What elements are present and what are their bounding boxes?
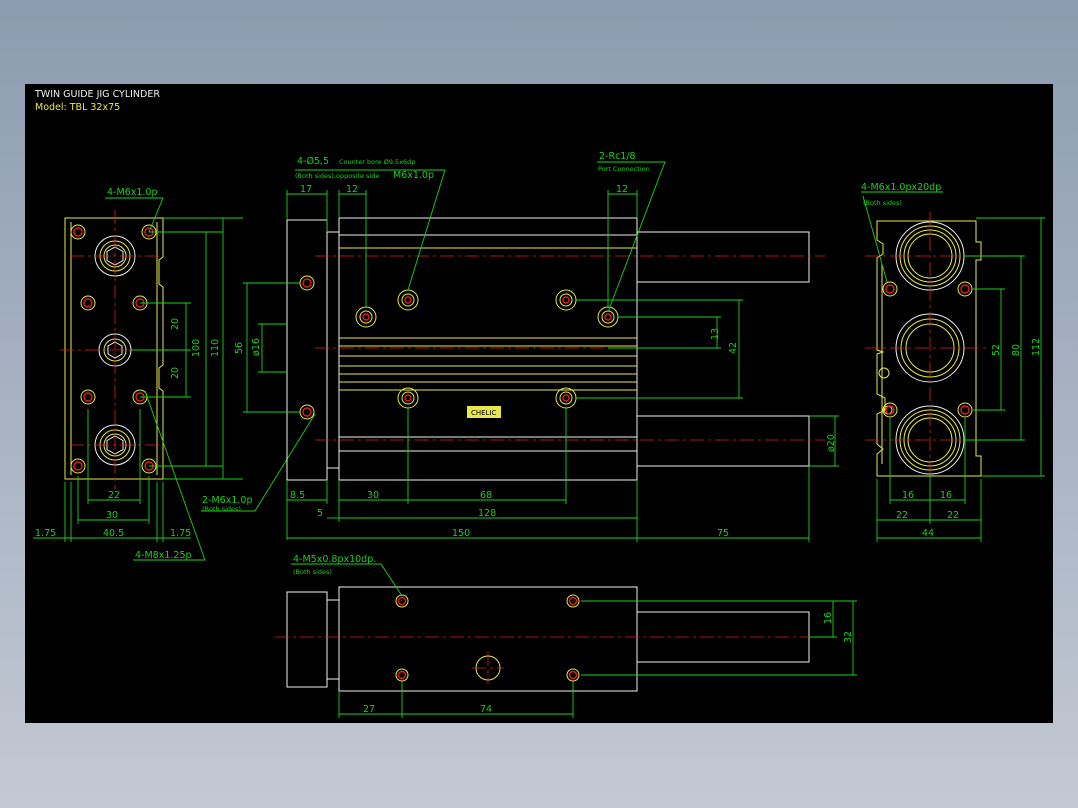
- callout-mount-thread: M6x1.0p: [393, 170, 434, 181]
- front-view: CHELIC 17 12 12 56 ø16 13 42 ø20 8.5 30 …: [234, 151, 839, 542]
- dim-30-front: 30: [367, 490, 379, 501]
- callout-port: 2-Rc1/8: [599, 151, 636, 162]
- dim-22: 22: [108, 490, 120, 501]
- dim-16-left: 16: [902, 490, 914, 501]
- callout-mount-counterbore: Counter bore Ø9.5x6dp: [339, 158, 415, 166]
- dim-75: 75: [717, 528, 729, 539]
- dim-20-upper: 20: [170, 318, 181, 330]
- dim-20-lower: 20: [170, 367, 181, 379]
- cad-drawing: TWIN GUIDE JIG CYLINDER Model: TBL 32x75: [33, 89, 1045, 718]
- callout-right: 4-M6x1.0px20dp: [861, 182, 941, 193]
- dim-80: 80: [1011, 344, 1022, 356]
- callout-left-top: 4-M6x1.0p: [107, 187, 157, 198]
- dim-30: 30: [106, 510, 118, 521]
- dim-74: 74: [480, 704, 492, 715]
- callout-left-side-note: (Both sides): [202, 505, 241, 513]
- dim-13: 13: [710, 328, 721, 340]
- dim-22-left: 22: [896, 510, 908, 521]
- dim-32: 32: [843, 631, 854, 643]
- dim-128: 128: [478, 508, 496, 519]
- dim-150: 150: [452, 528, 470, 539]
- dim-12-right: 12: [616, 184, 628, 195]
- dim-56: 56: [234, 342, 245, 354]
- dim-22-right: 22: [947, 510, 959, 521]
- dim-42: 42: [728, 342, 739, 354]
- dim-16-bottom: 16: [823, 612, 834, 624]
- callout-port-note: Port Connection: [598, 165, 650, 173]
- callout-bottom: 4-M5x0.8px10dp.: [293, 554, 376, 565]
- dim-112: 112: [1031, 338, 1042, 356]
- dim-100: 100: [191, 339, 202, 357]
- callout-right-note: (Both sides): [863, 199, 902, 207]
- dim-110: 110: [210, 339, 221, 357]
- dim-52: 52: [991, 344, 1002, 356]
- nameplate-text: CHELIC: [471, 409, 497, 417]
- dim-40-5: 40.5: [103, 528, 124, 539]
- dim-dia16: ø16: [251, 338, 262, 356]
- callout-left-bottom: 4-M8x1.25p: [135, 550, 192, 561]
- dim-27: 27: [363, 704, 375, 715]
- drawing-viewport[interactable]: TWIN GUIDE JIG CYLINDER Model: TBL 32x75: [25, 84, 1053, 723]
- callout-bottom-note: (Both sides): [293, 568, 332, 576]
- dim-68: 68: [480, 490, 492, 501]
- dim-16-right: 16: [940, 490, 952, 501]
- callout-mount-note: (Both sides),opposite side: [295, 172, 379, 180]
- drawing-model: Model: TBL 32x75: [35, 102, 120, 113]
- dim-5: 5: [317, 508, 323, 519]
- dim-17: 17: [300, 184, 312, 195]
- dim-12-left: 12: [346, 184, 358, 195]
- right-end-view: 52 80 112 16 16 22 22 44 4-M6x1.0px20dp …: [861, 182, 1045, 542]
- cad-window: TWIN GUIDE JIG CYLINDER Model: TBL 32x75: [0, 0, 1078, 808]
- dim-1-75-right: 1.75: [170, 528, 191, 539]
- callout-mount-holes: 4-Ø5.5 Counter bore Ø9.5x6dp (Both sides…: [295, 156, 434, 181]
- dim-dia20: ø20: [826, 434, 837, 452]
- drawing-title: TWIN GUIDE JIG CYLINDER: [34, 89, 160, 100]
- dim-44: 44: [922, 528, 934, 539]
- left-end-view: 20 20 100 110 22 30 40.5 1.75 1.75 4-M6x…: [33, 187, 316, 561]
- callout-mount-spec: 4-Ø5.5: [297, 156, 329, 167]
- dim-8-5: 8.5: [290, 490, 305, 501]
- bottom-view: 16 32 27 74 4-M5x0.8px10dp. (Both sides): [275, 554, 857, 718]
- dim-1-75-left: 1.75: [35, 528, 56, 539]
